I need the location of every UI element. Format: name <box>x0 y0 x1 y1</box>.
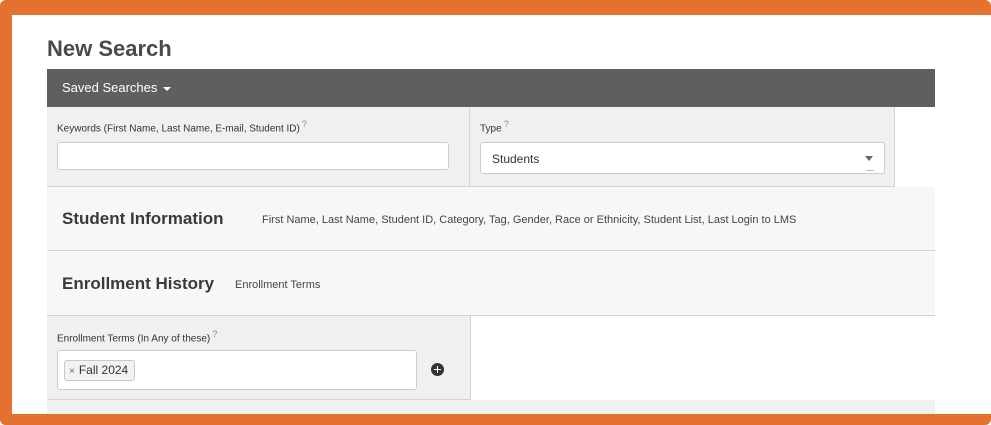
search-fields-row: Keywords (First Name, Last Name, E-mail,… <box>47 107 935 187</box>
section-enrollment-history-description: Enrollment Terms <box>235 279 321 291</box>
section-enrollment-history[interactable]: Enrollment History Enrollment Terms <box>47 251 935 316</box>
keywords-cell: Keywords (First Name, Last Name, E-mail,… <box>47 107 470 187</box>
enrollment-terms-help-icon[interactable]: ? <box>212 329 217 339</box>
keywords-label: Keywords (First Name, Last Name, E-mail,… <box>57 119 307 135</box>
type-label: Type? <box>480 119 509 135</box>
frame-left <box>0 0 12 425</box>
enrollment-terms-input[interactable]: × Fall 2024 <box>57 350 417 390</box>
term-tag-label: Fall 2024 <box>78 363 129 377</box>
next-row-partial <box>47 400 935 414</box>
saved-searches-label: Saved Searches <box>62 80 158 95</box>
section-student-information-title: Student Information <box>62 209 224 228</box>
keywords-help-icon[interactable]: ? <box>302 119 307 129</box>
enrollment-terms-label: Enrollment Terms (In Any of these)? <box>57 329 218 345</box>
section-student-information[interactable]: Student Information First Name, Last Nam… <box>47 187 935 251</box>
caret-down-icon <box>163 86 172 91</box>
frame-bottom <box>0 414 991 425</box>
term-tag: × Fall 2024 <box>64 360 136 381</box>
enrollment-terms-row: Enrollment Terms (In Any of these)? × Fal… <box>47 316 935 400</box>
type-help-icon[interactable]: ? <box>504 119 509 129</box>
type-selected-value: Students <box>492 152 540 166</box>
type-select[interactable]: Students <box>480 142 885 174</box>
section-student-information-description: First Name, Last Name, Student ID, Categ… <box>262 214 797 226</box>
type-cell: Type? Students <box>470 107 895 187</box>
section-enrollment-history-title: Enrollment History <box>62 274 215 293</box>
select-handle <box>866 170 874 171</box>
saved-searches-dropdown[interactable]: Saved Searches <box>62 80 172 95</box>
frame-top <box>0 0 991 15</box>
chevron-down-icon <box>865 156 873 161</box>
plus-circle-icon[interactable] <box>431 363 444 376</box>
keywords-input[interactable] <box>57 142 449 170</box>
enrollment-terms-cell: Enrollment Terms (In Any of these)? × Fal… <box>47 316 471 400</box>
saved-searches-bar: Saved Searches <box>47 69 935 107</box>
close-icon[interactable]: × <box>69 366 75 377</box>
page-title: New Search <box>47 36 172 61</box>
